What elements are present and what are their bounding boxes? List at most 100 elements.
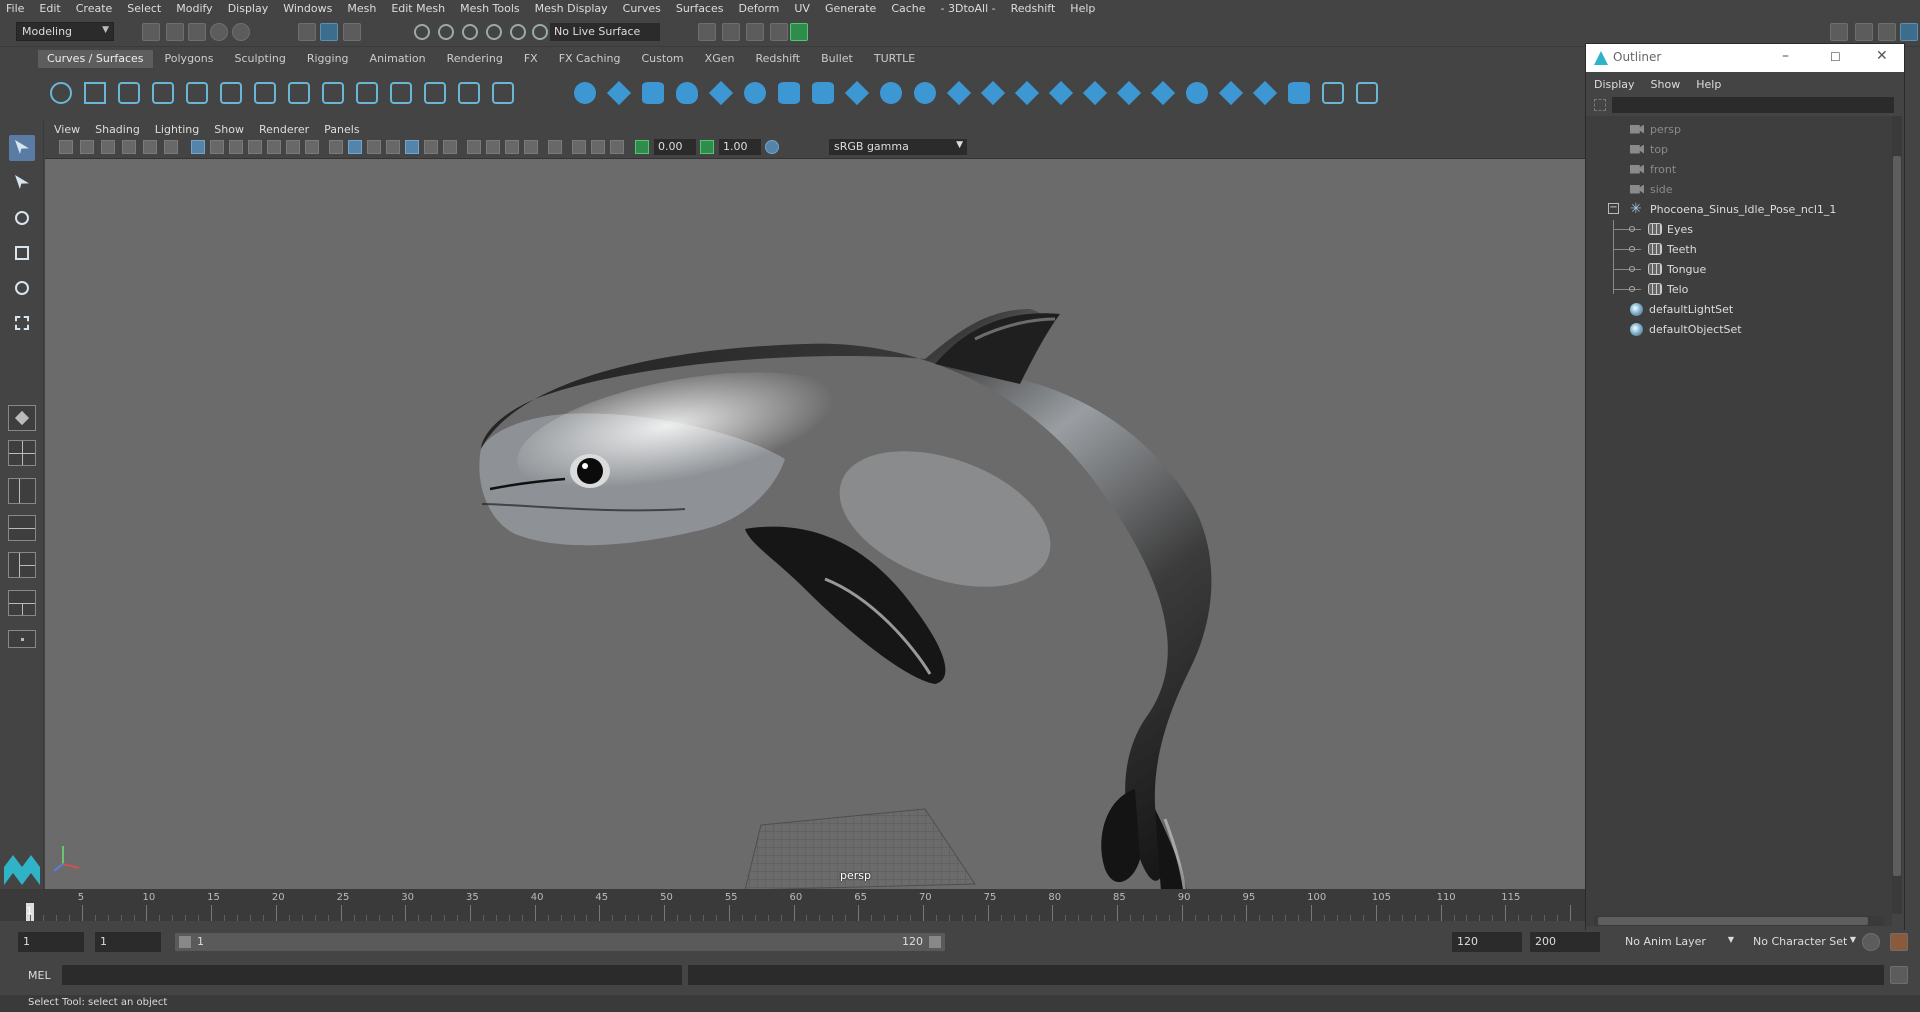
outliner-item[interactable]: front [1630,160,1676,178]
rotate-tool-icon[interactable] [9,275,35,301]
range-slider[interactable]: 1 120 [175,933,945,951]
smooth-shade-icon[interactable] [348,140,362,154]
xray-icon[interactable] [572,140,586,154]
insert-knot-icon[interactable] [356,82,378,104]
menu-item[interactable]: Modify [176,2,212,15]
snap-grid-icon[interactable] [414,24,430,40]
outliner-item[interactable]: top [1630,140,1668,158]
film-gate-icon[interactable] [210,140,224,154]
mode-selector[interactable]: Modeling ▼ [16,22,114,41]
select-tool-icon[interactable] [9,135,35,161]
menu-item[interactable]: Deform [738,2,779,15]
surface-editing-icon[interactable] [1322,82,1344,104]
color-management-icon[interactable] [765,140,779,154]
viewport-menu-item[interactable]: Shading [95,123,140,136]
auto-key-icon[interactable] [1862,933,1880,951]
time-slider[interactable]: 1 5 10 15 20 25 30 35 40 45 50 55 60 65 70 75 80 85 90 95 10… [0,889,1585,921]
gamma-icon[interactable] [700,140,714,154]
xray-components-icon[interactable] [610,140,624,154]
attribute-editor-icon[interactable] [1855,23,1873,41]
hypershade-layout-icon[interactable] [8,552,36,578]
loft-icon[interactable] [812,82,834,104]
snap-curve-icon[interactable] [438,24,454,40]
viewport-menu-item[interactable]: Renderer [259,123,309,136]
filter-icon[interactable] [1594,99,1606,111]
shelf-tab[interactable]: FX Caching [550,50,630,68]
shelf-tab[interactable]: Redshift [746,50,809,68]
rebuild-surface-icon[interactable] [1288,82,1310,104]
menu-item[interactable]: - 3DtoAll - [941,2,996,15]
snap-live-icon[interactable] [510,24,526,40]
live-surface-field[interactable]: No Live Surface [550,23,660,41]
grid-icon[interactable] [191,140,205,154]
menu-item[interactable]: Select [127,2,161,15]
visibility-dot-icon[interactable] [1629,266,1635,272]
multisample-aa-icon[interactable] [505,140,519,154]
shelf-tab[interactable]: Polygons [156,50,223,68]
shelf-tab[interactable]: Rigging [298,50,358,68]
select-by-hierarchy-icon[interactable] [298,23,316,41]
shelf-tab[interactable]: Rendering [438,50,512,68]
stitch-icon[interactable] [1218,80,1244,106]
single-perspective-layout-icon[interactable] [8,405,36,431]
snap-point-icon[interactable] [462,24,478,40]
camera-attributes-icon[interactable] [80,140,94,154]
pencil-curve-icon[interactable] [186,82,208,104]
select-by-component-icon[interactable] [343,23,361,41]
scale-tool-icon[interactable] [9,310,35,336]
undo-icon[interactable] [210,23,228,41]
bezier-curve-icon[interactable] [254,82,276,104]
outliner-item[interactable]: side [1630,180,1673,198]
menu-item[interactable]: Cache [891,2,925,15]
isolate-select-icon[interactable] [548,140,562,154]
channel-box-icon[interactable] [1900,23,1918,41]
safe-title-icon[interactable] [305,140,319,154]
outliner-layout-toggle-icon[interactable] [8,630,36,648]
viewport-menu-item[interactable]: Lighting [155,123,199,136]
visibility-dot-icon[interactable] [1629,246,1635,252]
select-camera-icon[interactable] [59,140,73,154]
anim-layer-dropdown[interactable]: No Anim Layer ▼ [1620,932,1736,952]
ipr-render-icon[interactable] [746,23,764,41]
modeling-toolkit-icon[interactable] [1830,23,1848,41]
menu-item[interactable]: Mesh Display [535,2,608,15]
render-frame-icon[interactable] [722,23,740,41]
viewport-persp[interactable]: persp [45,158,1585,889]
exposure-icon[interactable] [635,140,649,154]
outliner-menu-item[interactable]: Display [1594,78,1635,91]
boundary-icon[interactable] [980,80,1006,106]
exposure-field[interactable]: 0.00 [654,139,696,155]
untrim-icon[interactable] [1150,80,1176,106]
menu-item[interactable]: Display [228,2,269,15]
outliner-item[interactable]: defaultObjectSet [1630,320,1742,338]
use-all-lights-icon[interactable] [424,140,438,154]
sculpt-geometry-icon[interactable] [1252,80,1278,106]
nurbs-cylinder-icon[interactable] [642,82,664,104]
menu-item[interactable]: Create [76,2,113,15]
lasso-tool-icon[interactable] [9,170,35,196]
cv-curve-icon[interactable] [118,82,140,104]
outliner-item[interactable]: Teeth [1648,240,1697,258]
menu-item[interactable]: UV [794,2,810,15]
extrude-icon[interactable] [880,82,902,104]
command-input[interactable] [62,965,682,985]
arc-curve-icon[interactable] [220,82,242,104]
playback-end-field[interactable]: 120 [1452,932,1522,952]
resolution-gate-icon[interactable] [229,140,243,154]
hypershade-icon[interactable] [790,23,808,41]
shelf-tab[interactable]: FX [515,50,547,68]
textured-icon[interactable] [405,140,419,154]
outliner-item[interactable]: defaultLightSet [1630,300,1733,318]
shelf-tab[interactable]: XGen [696,50,744,68]
menu-item[interactable]: Windows [283,2,332,15]
select-by-object-icon[interactable] [320,23,338,41]
project-curve-icon[interactable] [1082,80,1108,106]
uv-editor-layout-icon[interactable] [8,590,36,616]
use-default-material-icon[interactable] [367,140,381,154]
image-plane-icon[interactable] [122,140,136,154]
gate-mask-icon[interactable] [248,140,262,154]
snap-view-plane-icon[interactable] [486,24,502,40]
start-time-field[interactable]: 1 [18,932,84,952]
render-view-icon[interactable] [770,23,788,41]
menu-item[interactable]: Curves [623,2,661,15]
